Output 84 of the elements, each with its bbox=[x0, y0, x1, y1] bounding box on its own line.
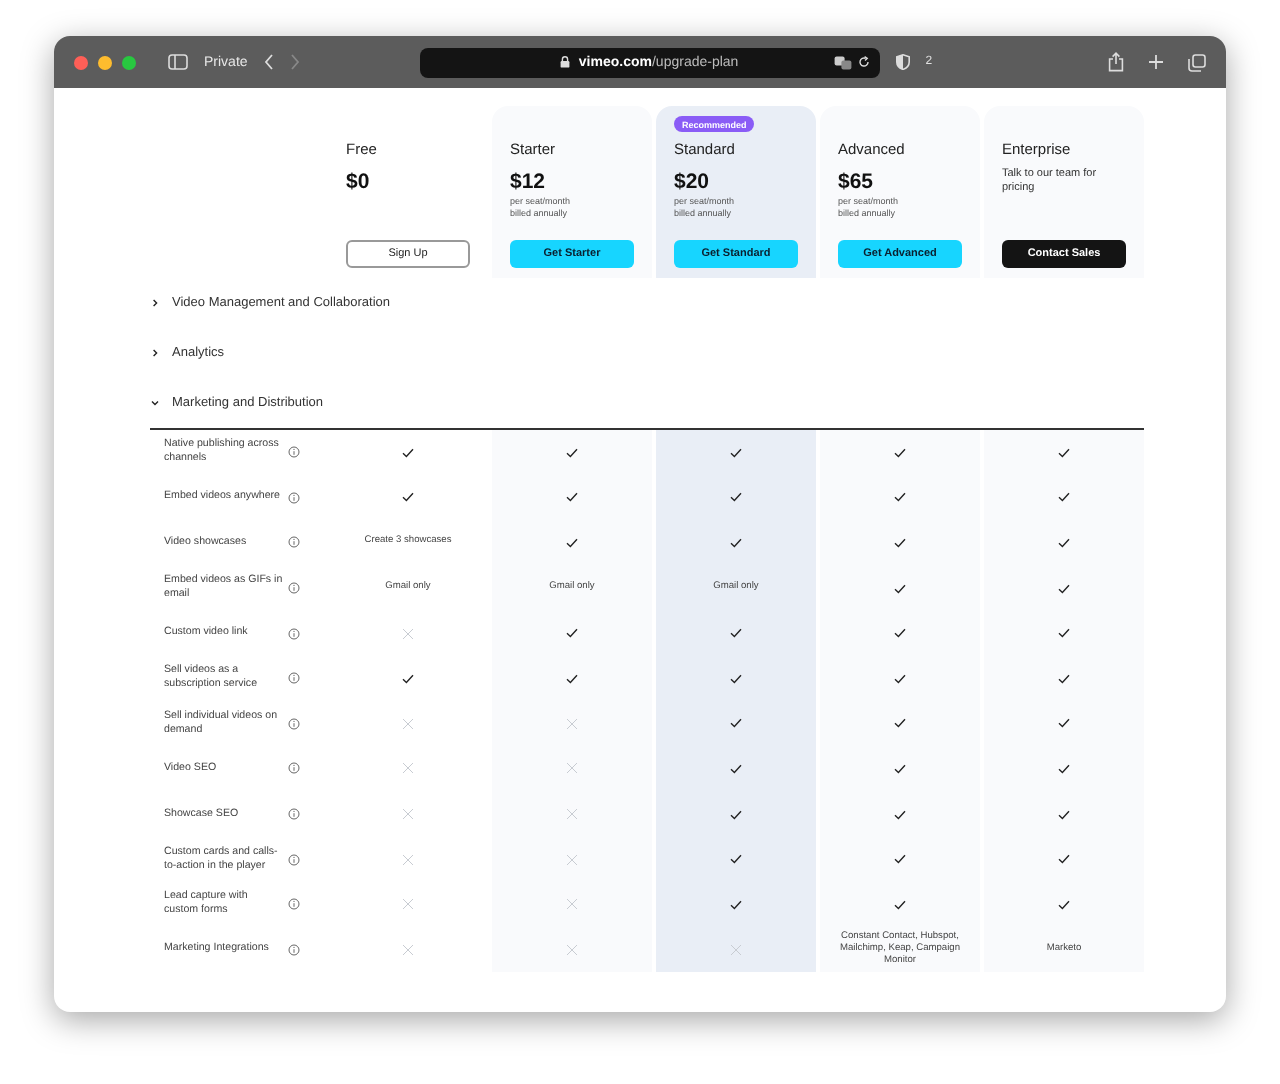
check-icon bbox=[730, 809, 742, 820]
check-icon bbox=[1058, 673, 1070, 684]
check-icon bbox=[730, 718, 742, 729]
check-icon bbox=[566, 447, 578, 458]
check-icon bbox=[894, 718, 906, 729]
info-icon bbox=[288, 943, 300, 956]
check-icon bbox=[894, 854, 906, 865]
check-icon bbox=[1058, 628, 1070, 639]
check-icon bbox=[730, 763, 742, 774]
check-icon bbox=[1058, 763, 1070, 774]
check-icon bbox=[402, 673, 414, 684]
plan-price: $20 bbox=[674, 170, 712, 194]
cross-icon bbox=[402, 898, 414, 911]
cross-icon bbox=[402, 853, 414, 866]
translate-icon[interactable] bbox=[833, 55, 852, 69]
check-icon bbox=[894, 492, 906, 503]
lock-icon bbox=[560, 56, 571, 68]
check-icon bbox=[566, 492, 578, 503]
plan-price: $0 bbox=[346, 170, 372, 194]
check-icon bbox=[1058, 583, 1070, 594]
plan-price: $12 bbox=[510, 170, 548, 194]
info-icon bbox=[288, 808, 300, 821]
check-icon bbox=[730, 537, 742, 548]
check-icon bbox=[566, 673, 578, 684]
new-tab-icon[interactable] bbox=[1148, 54, 1164, 70]
cross-icon bbox=[402, 627, 414, 640]
info-icon bbox=[288, 898, 300, 911]
back-icon[interactable] bbox=[263, 54, 274, 70]
check-icon bbox=[894, 537, 906, 548]
check-icon bbox=[894, 583, 906, 594]
info-icon bbox=[288, 446, 300, 459]
sidebar-icon[interactable] bbox=[168, 54, 188, 70]
check-icon bbox=[1058, 809, 1070, 820]
check-icon bbox=[402, 492, 414, 503]
chevron-right-icon bbox=[150, 298, 160, 308]
cross-icon bbox=[402, 717, 414, 730]
reload-icon[interactable] bbox=[857, 56, 870, 68]
check-icon bbox=[730, 447, 742, 458]
plan-price: $65 bbox=[838, 170, 876, 194]
chevron-right-icon bbox=[150, 348, 160, 358]
zoom-button[interactable] bbox=[122, 55, 136, 69]
check-icon bbox=[730, 899, 742, 910]
check-icon bbox=[894, 899, 906, 910]
info-icon bbox=[288, 762, 300, 775]
check-icon bbox=[894, 809, 906, 820]
cross-icon bbox=[730, 943, 742, 956]
check-icon bbox=[894, 447, 906, 458]
cross-icon bbox=[402, 762, 414, 775]
shield-icon[interactable] bbox=[895, 54, 910, 70]
chevron-down-icon bbox=[150, 398, 160, 408]
cross-icon bbox=[566, 808, 578, 821]
cross-icon bbox=[566, 762, 578, 775]
info-icon bbox=[288, 536, 300, 549]
check-icon bbox=[566, 537, 578, 548]
cross-icon bbox=[566, 943, 578, 956]
info-icon bbox=[288, 672, 300, 685]
check-icon bbox=[566, 628, 578, 639]
info-icon bbox=[288, 582, 300, 595]
check-icon bbox=[894, 673, 906, 684]
cross-icon bbox=[566, 717, 578, 730]
info-icon bbox=[288, 853, 300, 866]
check-icon bbox=[1058, 492, 1070, 503]
check-icon bbox=[730, 673, 742, 684]
cross-icon bbox=[566, 853, 578, 866]
check-icon bbox=[730, 854, 742, 865]
cross-icon bbox=[402, 808, 414, 821]
check-icon bbox=[730, 492, 742, 503]
check-icon bbox=[894, 628, 906, 639]
info-icon bbox=[288, 627, 300, 640]
minimize-button[interactable] bbox=[98, 55, 112, 69]
check-icon bbox=[1058, 899, 1070, 910]
check-icon bbox=[730, 628, 742, 639]
check-icon bbox=[1058, 718, 1070, 729]
cross-icon bbox=[402, 943, 414, 956]
check-icon bbox=[1058, 447, 1070, 458]
info-icon bbox=[288, 717, 300, 730]
tabs-overview-icon[interactable] bbox=[1188, 53, 1206, 71]
check-icon bbox=[402, 447, 414, 458]
share-icon[interactable] bbox=[1108, 52, 1124, 72]
check-icon bbox=[894, 763, 906, 774]
check-icon bbox=[1058, 854, 1070, 865]
cross-icon bbox=[566, 898, 578, 911]
info-icon bbox=[288, 491, 300, 504]
check-icon bbox=[1058, 537, 1070, 548]
